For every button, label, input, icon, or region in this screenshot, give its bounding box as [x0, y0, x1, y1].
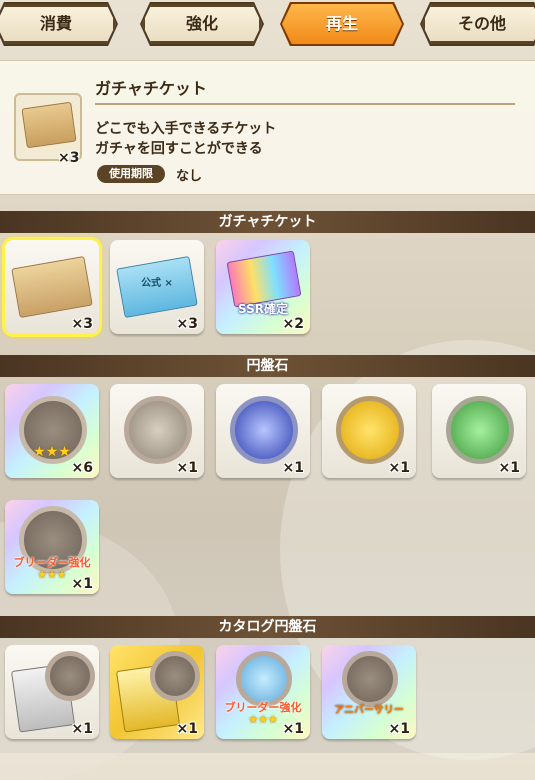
section-header-catalog-discs: カタログ円盤石 [0, 616, 535, 638]
ticket-icon [226, 250, 302, 308]
item-card-disc-stone[interactable]: ×1 [216, 384, 310, 478]
item-quantity: ×1 [71, 721, 93, 737]
item-name: ガチャチケット [95, 79, 207, 98]
monster-disc-icon [230, 396, 298, 464]
ssr-guaranteed-label: SSR確定 [238, 302, 288, 316]
item-quantity: ×2 [282, 316, 304, 332]
item-card-gacha-ticket[interactable]: ×3 [5, 240, 99, 334]
item-card-blue-ticket[interactable]: 公式 × ×3 [110, 240, 204, 334]
monster-disc-icon [336, 396, 404, 464]
item-quantity: ×3 [58, 150, 80, 166]
item-quantity: ×1 [282, 721, 304, 737]
item-card-disc-stone[interactable]: ×1 [322, 384, 416, 478]
item-quantity: ×3 [71, 316, 93, 332]
item-quantity: ×6 [71, 460, 93, 476]
disc-stone-icon [342, 651, 398, 707]
item-quantity: ×1 [176, 460, 198, 476]
item-detail-panel: ×3 ガチャチケット どこでも入手できるチケット ガチャを回すことができる 使用… [0, 60, 535, 195]
rarity-stars: ★★★ [33, 444, 71, 460]
item-card-catalog-breeder[interactable]: ブリーダー強化 ★★★ ×1 [216, 645, 310, 739]
ticket-icon [11, 255, 93, 319]
item-quantity: ×1 [388, 460, 410, 476]
tab-regenerate[interactable]: 再生 [282, 4, 402, 44]
divider [95, 103, 515, 105]
item-card-catalog-disc[interactable]: ×1 [5, 645, 99, 739]
item-card-disc-stone[interactable]: ×1 [110, 384, 204, 478]
item-quantity: ×3 [176, 316, 198, 332]
disc-stone-icon [150, 651, 200, 701]
disc-stone-icon [45, 651, 95, 701]
monster-disc-icon [124, 396, 192, 464]
monster-disc-icon [446, 396, 514, 464]
item-description-line2: ガチャを回すことができる [95, 141, 263, 157]
item-quantity: ×1 [388, 721, 410, 737]
item-card-catalog-anniversary[interactable]: アニバーサリー ×1 [322, 645, 416, 739]
item-card-catalog-disc[interactable]: ×1 [110, 645, 204, 739]
expiry-badge: 使用期限 [97, 165, 165, 183]
item-quantity: ×1 [71, 576, 93, 592]
item-card-ssr-ticket[interactable]: SSR確定 ×2 [216, 240, 310, 334]
item-quantity: ×1 [498, 460, 520, 476]
tab-other[interactable]: その他 [422, 4, 535, 44]
section-header-disc-stones: 円盤石 [0, 355, 535, 377]
item-card-disc-stone[interactable]: ×1 [432, 384, 526, 478]
anniversary-label: アニバーサリー [334, 705, 404, 716]
item-quantity: ×1 [176, 721, 198, 737]
tab-consumables[interactable]: 消費 [0, 4, 116, 44]
tab-enhance[interactable]: 強化 [142, 4, 262, 44]
item-card-disc-stone[interactable]: ★★★ ×6 [5, 384, 99, 478]
expiry-value: なし [176, 169, 203, 184]
section-header-gacha-tickets: ガチャチケット [0, 211, 535, 233]
ticket-text: 公式 × [141, 278, 173, 289]
ticket-icon [21, 101, 77, 149]
item-card-breeder-disc[interactable]: ブリーダー強化 ★★★ ×1 [5, 500, 99, 594]
item-quantity: ×1 [282, 460, 304, 476]
item-description-line1: どこでも入手できるチケット [95, 121, 277, 137]
